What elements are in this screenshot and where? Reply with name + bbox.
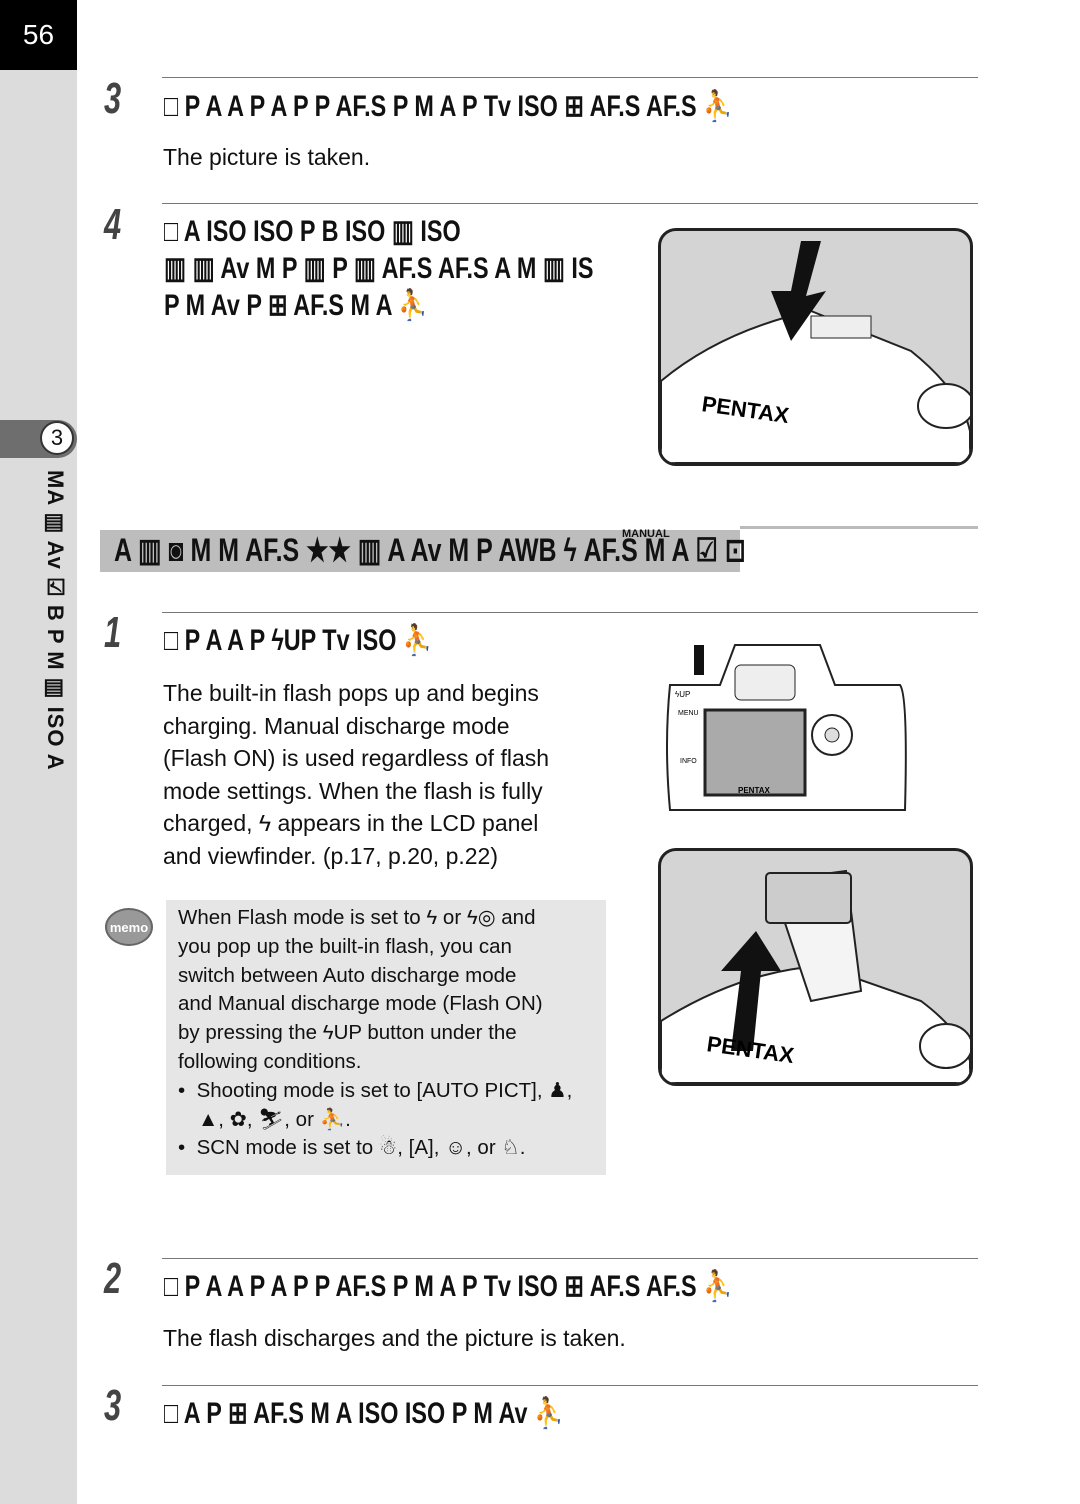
memo-bullet: • SCN mode is set to ☃, [A], ☺, or ♘.	[178, 1136, 526, 1160]
memo-line: by pressing the ϟUP button under the	[178, 1021, 517, 1045]
manual-superscript: MANUAL	[622, 528, 670, 540]
divider	[740, 526, 978, 529]
step-heading-line: P M Av P ⊞ AF.S M A ⛹	[164, 289, 428, 322]
chapter-side-label: MA ▥ Av ☑ B P M ▥ ISO A	[43, 470, 68, 771]
divider	[162, 203, 978, 204]
step-number: 1	[104, 608, 122, 657]
memo-icon: memo	[105, 908, 153, 946]
memo-text: When Flash mode is set to ϟ or ϟ◎ and yo…	[178, 904, 603, 1163]
divider	[162, 77, 978, 78]
step-body: The picture is taken.	[163, 144, 371, 170]
body-line: charging. Manual discharge mode	[163, 712, 510, 739]
step-number: 3	[104, 74, 122, 123]
body-line: The built-in flash pops up and begins	[163, 680, 539, 706]
step-heading: □ P A A P A P P AF.S P M A P Tv ISO ⊞ AF…	[164, 90, 733, 123]
step-body: The built-in flash pops up and begins ch…	[163, 677, 549, 872]
info-label: INFO	[680, 758, 697, 765]
brand-logo: PENTAX	[738, 786, 771, 795]
step-heading: □ A P ⊞ AF.S M A ISO ISO P M Av ⛹	[164, 1397, 564, 1430]
menu-label: MENU	[678, 710, 699, 717]
step-heading: □ P A A P A P P AF.S P M A P Tv ISO ⊞ AF…	[164, 1270, 733, 1303]
step-number: 2	[104, 1254, 122, 1303]
body-line: and viewfinder. (p.17, p.20, p.22)	[163, 842, 498, 869]
shutter-press-illustration: PENTAX	[658, 228, 973, 466]
memo-line: When Flash mode is set to ϟ or ϟ◎ and	[178, 906, 536, 929]
memo-line: you pop up the built-in flash, you can	[178, 934, 512, 958]
step-heading-line: □ A ISO ISO P B ISO ▥ ISO	[164, 215, 461, 248]
body-line: (Flash ON) is used regardless of flash	[163, 745, 550, 771]
step-body: The flash discharges and the picture is …	[163, 1325, 626, 1351]
divider	[162, 1258, 978, 1259]
step-heading: □ P A A P ϟUP Tv ISO ⛹	[164, 624, 433, 657]
body-line: mode settings. When the flash is fully	[163, 777, 543, 804]
memo-bullet: • Shooting mode is set to [AUTO PICT], ♟…	[178, 1078, 573, 1131]
chapter-number: 3	[40, 421, 74, 455]
memo-line: following conditions.	[178, 1049, 362, 1073]
divider	[162, 612, 978, 613]
camera-back-illustration: ϟUP MENU INFO PENTAX	[660, 635, 910, 817]
step-number: 4	[104, 200, 122, 249]
step-heading-line: ▥ ▥ Av M P ▥ P ▥ AF.S AF.S A M ▥ IS	[164, 252, 594, 285]
flash-popup-illustration: PENTAX	[658, 848, 973, 1086]
body-line: charged, ϟ appears in the LCD panel	[163, 810, 539, 836]
memo-line: switch between Auto discharge mode	[178, 963, 517, 987]
memo-line: and Manual discharge mode (Flash ON)	[178, 992, 543, 1016]
step-number: 3	[104, 1381, 122, 1430]
page-number: 56	[0, 0, 77, 70]
flash-up-label: ϟUP	[675, 690, 690, 699]
divider	[162, 1385, 978, 1386]
